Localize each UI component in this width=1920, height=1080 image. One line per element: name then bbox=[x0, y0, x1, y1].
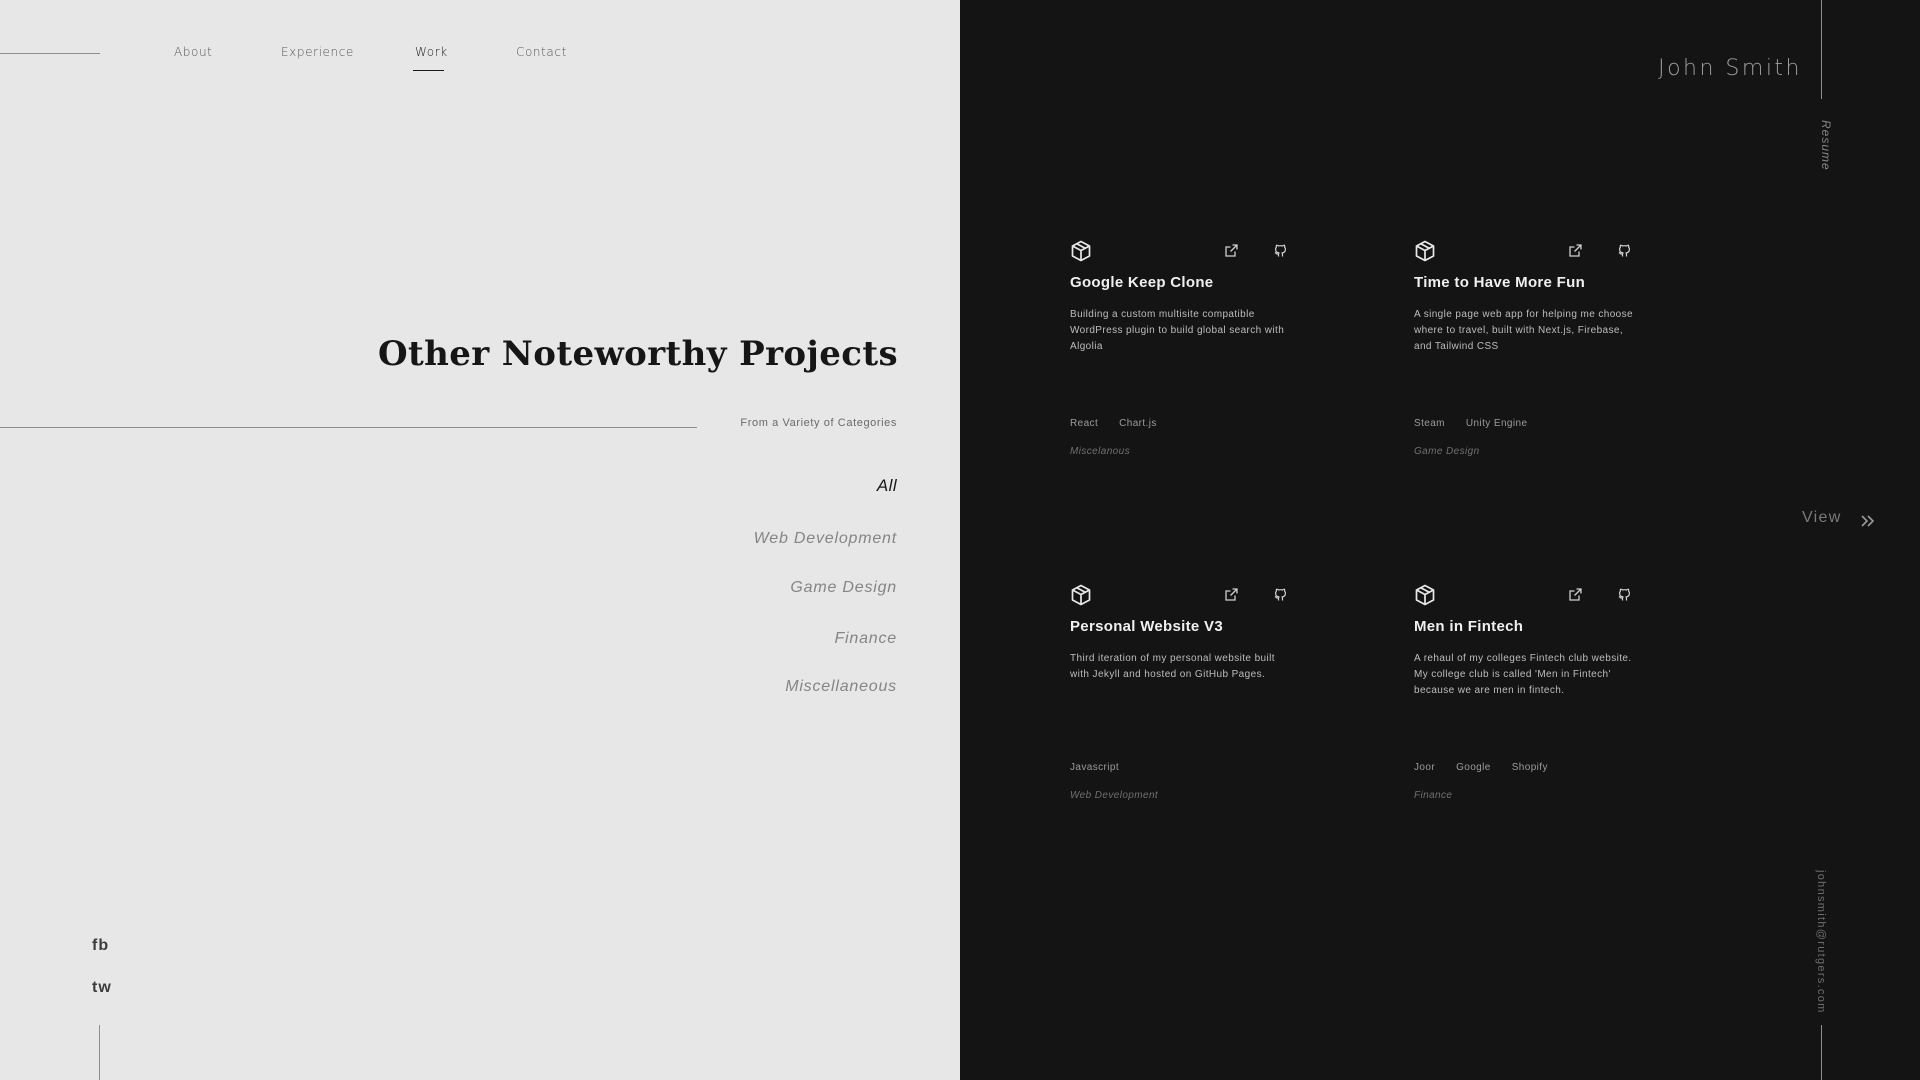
project-tag: React bbox=[1070, 418, 1099, 429]
section-subtitle: From a Variety of Categories bbox=[740, 417, 897, 429]
package-cube-icon bbox=[1415, 584, 1435, 606]
github-icon[interactable] bbox=[1273, 243, 1288, 258]
project-description: Building a custom multisite compatible W… bbox=[1070, 309, 1285, 352]
project-description: Third iteration of my personal website b… bbox=[1070, 653, 1275, 680]
top-divider-line bbox=[0, 53, 100, 54]
project-card: Time to Have More Fun A single page web … bbox=[1414, 240, 1644, 480]
category-filter-all[interactable]: All bbox=[877, 476, 897, 496]
twitter-link[interactable]: tw bbox=[92, 979, 112, 997]
nav-link-experience[interactable]: Experience bbox=[281, 45, 354, 59]
nav-active-underline bbox=[413, 70, 444, 71]
project-title[interactable]: Personal Website V3 bbox=[1070, 618, 1223, 635]
double-chevron-right-icon[interactable] bbox=[1859, 512, 1877, 530]
project-category: Game Design bbox=[1414, 446, 1480, 457]
view-more-link[interactable]: View bbox=[1802, 509, 1842, 527]
github-icon[interactable] bbox=[1617, 243, 1632, 258]
github-icon[interactable] bbox=[1617, 587, 1632, 602]
top-vertical-line bbox=[1821, 0, 1822, 99]
owner-name[interactable]: John Smith bbox=[1658, 56, 1802, 81]
category-filter-web-development[interactable]: Web Development bbox=[754, 530, 897, 548]
project-card: Personal Website V3 Third iteration of m… bbox=[1070, 584, 1300, 824]
bottom-right-vertical-line bbox=[1821, 1025, 1822, 1080]
category-filter-miscellaneous[interactable]: Miscellaneous bbox=[785, 678, 897, 696]
resume-link[interactable]: Resume bbox=[1819, 120, 1833, 171]
project-category: Miscelanous bbox=[1070, 446, 1130, 457]
project-title[interactable]: Google Keep Clone bbox=[1070, 274, 1213, 291]
nav-link-work[interactable]: Work bbox=[415, 45, 448, 59]
project-tag: Steam bbox=[1414, 418, 1445, 429]
project-title[interactable]: Men in Fintech bbox=[1414, 618, 1523, 635]
project-card: Google Keep Clone Building a custom mult… bbox=[1070, 240, 1300, 480]
email-link[interactable]: johnsmith@rutgers.com bbox=[1815, 870, 1827, 1014]
project-tag: Chart.js bbox=[1119, 418, 1157, 429]
section-divider-line bbox=[0, 427, 697, 428]
project-tag: Shopify bbox=[1511, 762, 1548, 773]
section-title: Other Noteworthy Projects bbox=[377, 334, 898, 374]
package-cube-icon bbox=[1071, 240, 1091, 262]
category-filter-game-design[interactable]: Game Design bbox=[790, 579, 897, 597]
nav-link-contact[interactable]: Contact bbox=[516, 45, 567, 59]
category-filter-finance[interactable]: Finance bbox=[834, 630, 897, 648]
project-tags: React Chart.js bbox=[1070, 418, 1178, 429]
nav-link-about[interactable]: About bbox=[174, 45, 212, 59]
project-description: A single page web app for helping me cho… bbox=[1414, 309, 1634, 352]
project-tag: Javascript bbox=[1070, 762, 1120, 773]
github-icon[interactable] bbox=[1273, 587, 1288, 602]
left-panel: About Experience Work Contact Other Note… bbox=[0, 0, 960, 1080]
project-tags: Javascript bbox=[1070, 762, 1140, 773]
external-link-icon[interactable] bbox=[1568, 587, 1583, 602]
project-category: Web Development bbox=[1070, 790, 1159, 801]
project-tag: Joor bbox=[1414, 762, 1436, 773]
package-cube-icon bbox=[1071, 584, 1091, 606]
package-cube-icon bbox=[1415, 240, 1435, 262]
project-description: A rehaul of my colleges Fintech club web… bbox=[1414, 653, 1632, 696]
external-link-icon[interactable] bbox=[1224, 587, 1239, 602]
project-tag: Google bbox=[1456, 762, 1491, 773]
right-panel bbox=[960, 0, 1920, 1080]
external-link-icon[interactable] bbox=[1568, 243, 1583, 258]
bottom-vertical-line bbox=[99, 1025, 100, 1080]
external-link-icon[interactable] bbox=[1224, 243, 1239, 258]
project-category: Finance bbox=[1414, 790, 1453, 801]
project-tags: Joor Google Shopify bbox=[1414, 762, 1569, 773]
facebook-link[interactable]: fb bbox=[92, 937, 109, 955]
project-tags: Steam Unity Engine bbox=[1414, 418, 1548, 429]
project-title[interactable]: Time to Have More Fun bbox=[1414, 274, 1585, 291]
project-tag: Unity Engine bbox=[1465, 418, 1528, 429]
project-card: Men in Fintech A rehaul of my colleges F… bbox=[1414, 584, 1644, 824]
